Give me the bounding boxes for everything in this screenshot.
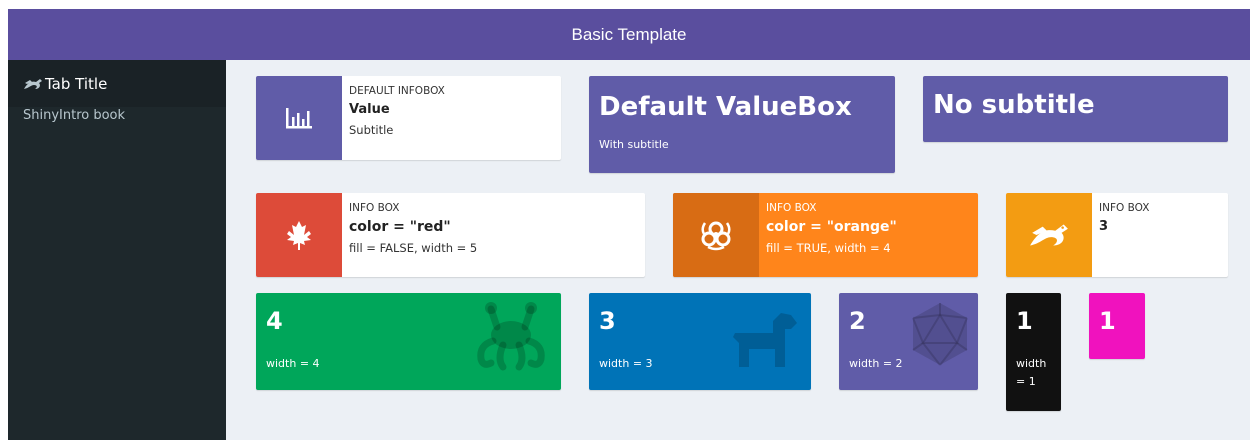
infobox-icon-area [673, 193, 759, 277]
sidebar-title[interactable]: Tab Title [8, 60, 226, 107]
infobox-value: color = "orange" [766, 219, 897, 235]
infobox-icon-area [1006, 193, 1092, 277]
no-subtitle-valuebox: No subtitle [923, 76, 1228, 142]
app-header: Basic Template [8, 9, 1250, 60]
dragon-icon [1030, 224, 1068, 246]
valuebox-subtitle: width = 2 [849, 357, 903, 370]
infobox-value: 3 [1099, 219, 1109, 234]
dog-icon [733, 313, 797, 367]
red-infobox: INFO BOX color = "red" fill = FALSE, wid… [256, 193, 645, 277]
sidebar: Tab Title ShinyIntro book [8, 60, 226, 440]
infobox-label: DEFAULT INFOBOX [349, 85, 445, 97]
infobox-icon-area [256, 193, 342, 277]
green-valuebox: 4 width = 4 [256, 293, 561, 390]
valuebox-value: Default ValueBox [599, 92, 852, 122]
valuebox-subtitle: width = 3 [599, 357, 653, 370]
valuebox-subtitle-line-2: = 1 [1016, 375, 1036, 388]
infobox-label: INFO BOX [1099, 202, 1150, 214]
infobox-value: Value [349, 102, 390, 117]
fuchsia-valuebox: 1 [1089, 293, 1145, 359]
canadian-maple-leaf-icon [287, 221, 311, 250]
flying-spaghetti-monster-icon [477, 302, 545, 371]
biohazard-icon [701, 221, 731, 251]
valuebox-value: 3 [599, 307, 616, 335]
default-valuebox: Default ValueBox With subtitle [589, 76, 895, 173]
dice-d20-icon [912, 303, 968, 366]
sidebar-item-shinyintro-book[interactable]: ShinyIntro book [23, 108, 125, 123]
purple-valuebox: 2 width = 2 [839, 293, 978, 390]
valuebox-value: 1 [1099, 307, 1116, 335]
infobox-label: INFO BOX [349, 202, 400, 214]
infobox-value: color = "red" [349, 219, 451, 235]
valuebox-subtitle: width = 4 [266, 357, 320, 370]
orange-infobox: INFO BOX color = "orange" fill = TRUE, w… [673, 193, 978, 277]
app-title: Basic Template [571, 24, 687, 44]
infobox-subtitle: fill = FALSE, width = 5 [349, 241, 478, 255]
black-valuebox: 1 width = 1 [1006, 293, 1061, 411]
yellow-infobox: INFO BOX 3 [1006, 193, 1228, 277]
valuebox-subtitle: With subtitle [599, 138, 669, 151]
valuebox-value: 2 [849, 307, 866, 335]
default-infobox: DEFAULT INFOBOX Value Subtitle [256, 76, 561, 160]
infobox-subtitle: Subtitle [349, 123, 394, 137]
window-frame [0, 0, 8, 440]
infobox-subtitle: fill = TRUE, width = 4 [766, 241, 891, 255]
sidebar-title-label: Tab Title [45, 74, 108, 93]
valuebox-value: No subtitle [933, 90, 1095, 120]
valuebox-subtitle-line-1: width [1016, 357, 1047, 370]
valuebox-value: 4 [266, 307, 283, 335]
valuebox-value: 1 [1016, 307, 1033, 335]
infobox-label: INFO BOX [766, 202, 817, 214]
infobox-icon-area [256, 76, 342, 160]
dragon-icon [24, 78, 42, 89]
dashboard-body: DEFAULT INFOBOX Value Subtitle Default V… [226, 60, 1250, 440]
chart-bar-icon [286, 108, 312, 129]
blue-valuebox: 3 width = 3 [589, 293, 811, 390]
